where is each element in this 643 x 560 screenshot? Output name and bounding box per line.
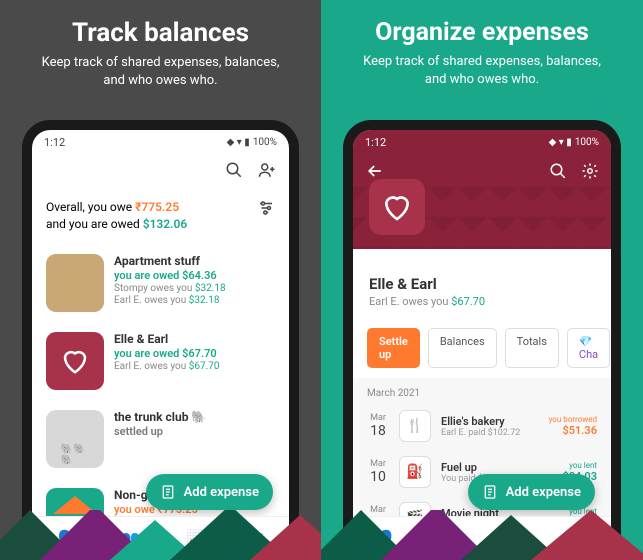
- bottom-nav: 👤 👥 📈 ⚙: [353, 516, 611, 560]
- nav-account-icon[interactable]: ⚙: [252, 529, 266, 548]
- group-avatar: [369, 179, 425, 235]
- back-icon[interactable]: [365, 161, 385, 181]
- subheadline: Keep track of shared expenses, balances,…: [0, 48, 321, 90]
- status-icons: ◆ ▾ ▮ 100%: [549, 137, 599, 148]
- subheadline: Keep track of shared expenses, balances,…: [321, 47, 643, 89]
- nav-account-icon[interactable]: ⚙: [574, 529, 588, 548]
- toolbar: [32, 155, 289, 185]
- group-thumbnail: 🐘🐘🐘: [46, 410, 104, 468]
- settings-icon[interactable]: [581, 162, 599, 180]
- group-item[interactable]: 🐘🐘🐘 the trunk club 🐘 settled up: [46, 400, 275, 478]
- status-bar: 1:12 ◆ ▾ ▮ 100%: [32, 130, 289, 155]
- status-time: 1:12: [44, 136, 65, 149]
- group-hero: [353, 187, 611, 249]
- group-thumbnail: [46, 332, 104, 390]
- tab-charts[interactable]: 💎 Cha: [567, 328, 610, 368]
- headline: Track balances: [0, 0, 321, 48]
- group-status: you are owed $64.36: [114, 269, 275, 282]
- phone-mock-left: 1:12 ◆ ▾ ▮ 100% Overall, you owe ₹775.25…: [22, 120, 299, 560]
- nav-groups-icon[interactable]: 👥: [121, 529, 141, 548]
- group-item[interactable]: Apartment stuff you are owed $64.36 Stom…: [46, 244, 275, 322]
- add-group-icon[interactable]: [257, 161, 277, 179]
- tab-settle-up[interactable]: Settle up: [367, 328, 420, 368]
- nav-friends-icon[interactable]: 👤: [376, 529, 396, 548]
- nav-activity-icon[interactable]: 📈: [186, 529, 206, 548]
- status-bar: 1:12 ◆ ▾ ▮ 100%: [353, 130, 611, 155]
- nav-groups-icon[interactable]: 👥: [442, 529, 462, 548]
- add-expense-fab[interactable]: Add expense: [468, 474, 595, 510]
- transaction-item[interactable]: Mar18 🍴 Ellie's bakeryEarl E. paid $102.…: [353, 403, 611, 449]
- overall-summary: Overall, you owe ₹775.25 and you are owe…: [32, 185, 289, 244]
- group-detail: Stompy owes you $32.18: [114, 283, 275, 294]
- tab-totals[interactable]: Totals: [505, 328, 559, 368]
- nav-friends-icon[interactable]: 👤: [55, 529, 75, 548]
- nav-activity-icon[interactable]: 📈: [508, 529, 528, 548]
- group-detail-amount: $67.70: [451, 295, 485, 308]
- category-icon: ⛽: [399, 456, 431, 488]
- month-header: March 2021: [353, 378, 611, 403]
- bottom-nav: 👤 👥 📈 ⚙: [32, 516, 289, 560]
- filter-icon[interactable]: [257, 199, 275, 217]
- receipt-icon: [160, 484, 176, 500]
- status-time: 1:12: [365, 136, 386, 149]
- group-detail-header: Elle & Earl Earl E. owes you $67.70: [353, 249, 611, 318]
- search-icon[interactable]: [225, 161, 243, 179]
- group-title: Apartment stuff: [114, 254, 275, 268]
- tab-row: Settle up Balances Totals 💎 Cha: [353, 318, 611, 378]
- phone-mock-right: 1:12 ◆ ▾ ▮ 100% Elle & Earl Earl E. owes…: [343, 120, 621, 560]
- group-item[interactable]: Elle & Earl you are owed $67.70 Earl E. …: [46, 322, 275, 400]
- add-expense-fab[interactable]: Add expense: [146, 474, 273, 510]
- overall-owed-amount: $132.06: [143, 217, 188, 231]
- group-detail-title: Elle & Earl: [369, 275, 595, 293]
- headline: Organize expenses: [321, 0, 643, 47]
- overall-owe-amount: ₹775.25: [135, 200, 179, 214]
- tab-balances[interactable]: Balances: [428, 328, 497, 368]
- status-icons: ◆ ▾ ▮ 100%: [227, 137, 277, 148]
- search-icon[interactable]: [549, 162, 567, 180]
- group-thumbnail: [46, 254, 104, 312]
- receipt-icon: [482, 484, 498, 500]
- panel-organize-expenses: Organize expenses Keep track of shared e…: [321, 0, 643, 560]
- category-icon: 🍴: [399, 410, 431, 442]
- panel-track-balances: Track balances Keep track of shared expe…: [0, 0, 321, 560]
